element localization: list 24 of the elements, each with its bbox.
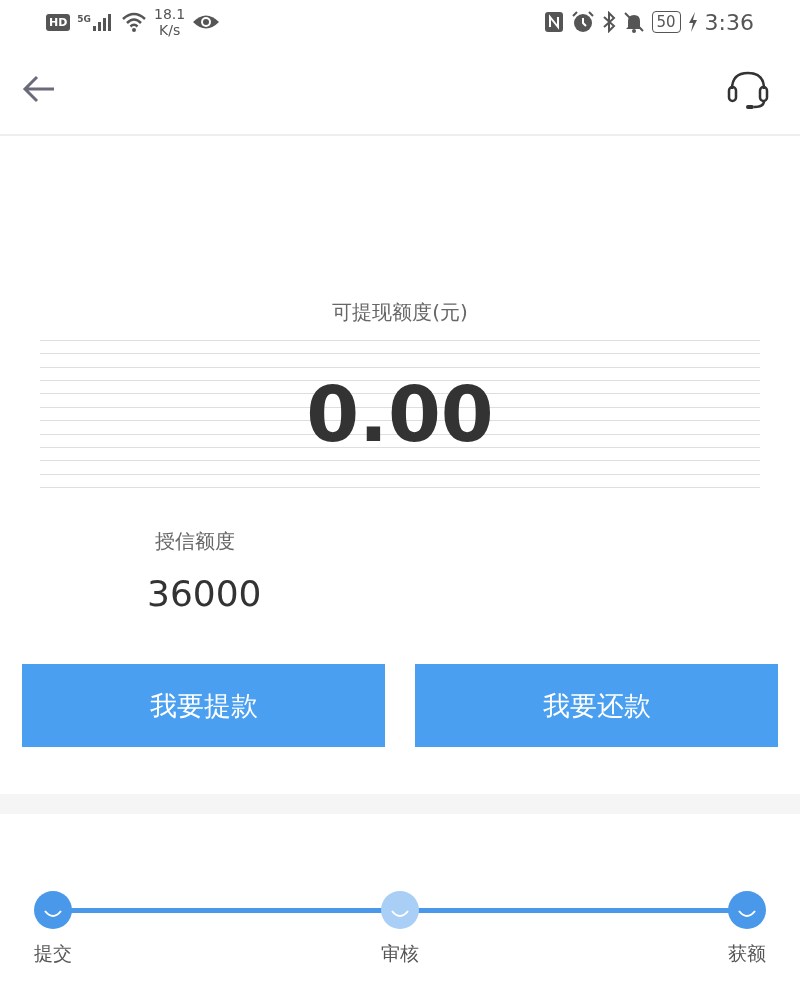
signal-icon bbox=[92, 12, 114, 32]
credit-limit-amount: 36000 bbox=[147, 573, 262, 614]
nfc-icon bbox=[543, 11, 564, 33]
step-label: 获额 bbox=[728, 941, 766, 966]
repay-button[interactable]: 我要还款 bbox=[415, 664, 778, 747]
eye-icon bbox=[192, 13, 221, 31]
step-label: 提交 bbox=[34, 941, 72, 966]
bluetooth-icon bbox=[601, 11, 616, 33]
charging-icon bbox=[687, 11, 698, 33]
alarm-icon bbox=[570, 11, 595, 33]
withdraw-button[interactable]: 我要提款 bbox=[22, 664, 385, 747]
battery-level: 50 bbox=[651, 11, 681, 33]
hd-badge: HD bbox=[46, 13, 71, 31]
clock-time: 3:36 bbox=[704, 9, 754, 35]
credit-limit-label: 授信额度 bbox=[154, 528, 235, 555]
step-label: 审核 bbox=[381, 941, 419, 966]
muted-bell-icon bbox=[622, 11, 645, 33]
available-limit-label: 可提现额度(元) bbox=[332, 299, 468, 326]
back-arrow-icon[interactable] bbox=[22, 74, 56, 104]
wifi-icon bbox=[121, 11, 147, 33]
speed-value: 18.1 bbox=[154, 6, 186, 22]
network-type: 5G bbox=[77, 14, 91, 24]
speed-unit: K/s bbox=[159, 22, 181, 38]
available-amount: 0.00 bbox=[306, 369, 494, 459]
